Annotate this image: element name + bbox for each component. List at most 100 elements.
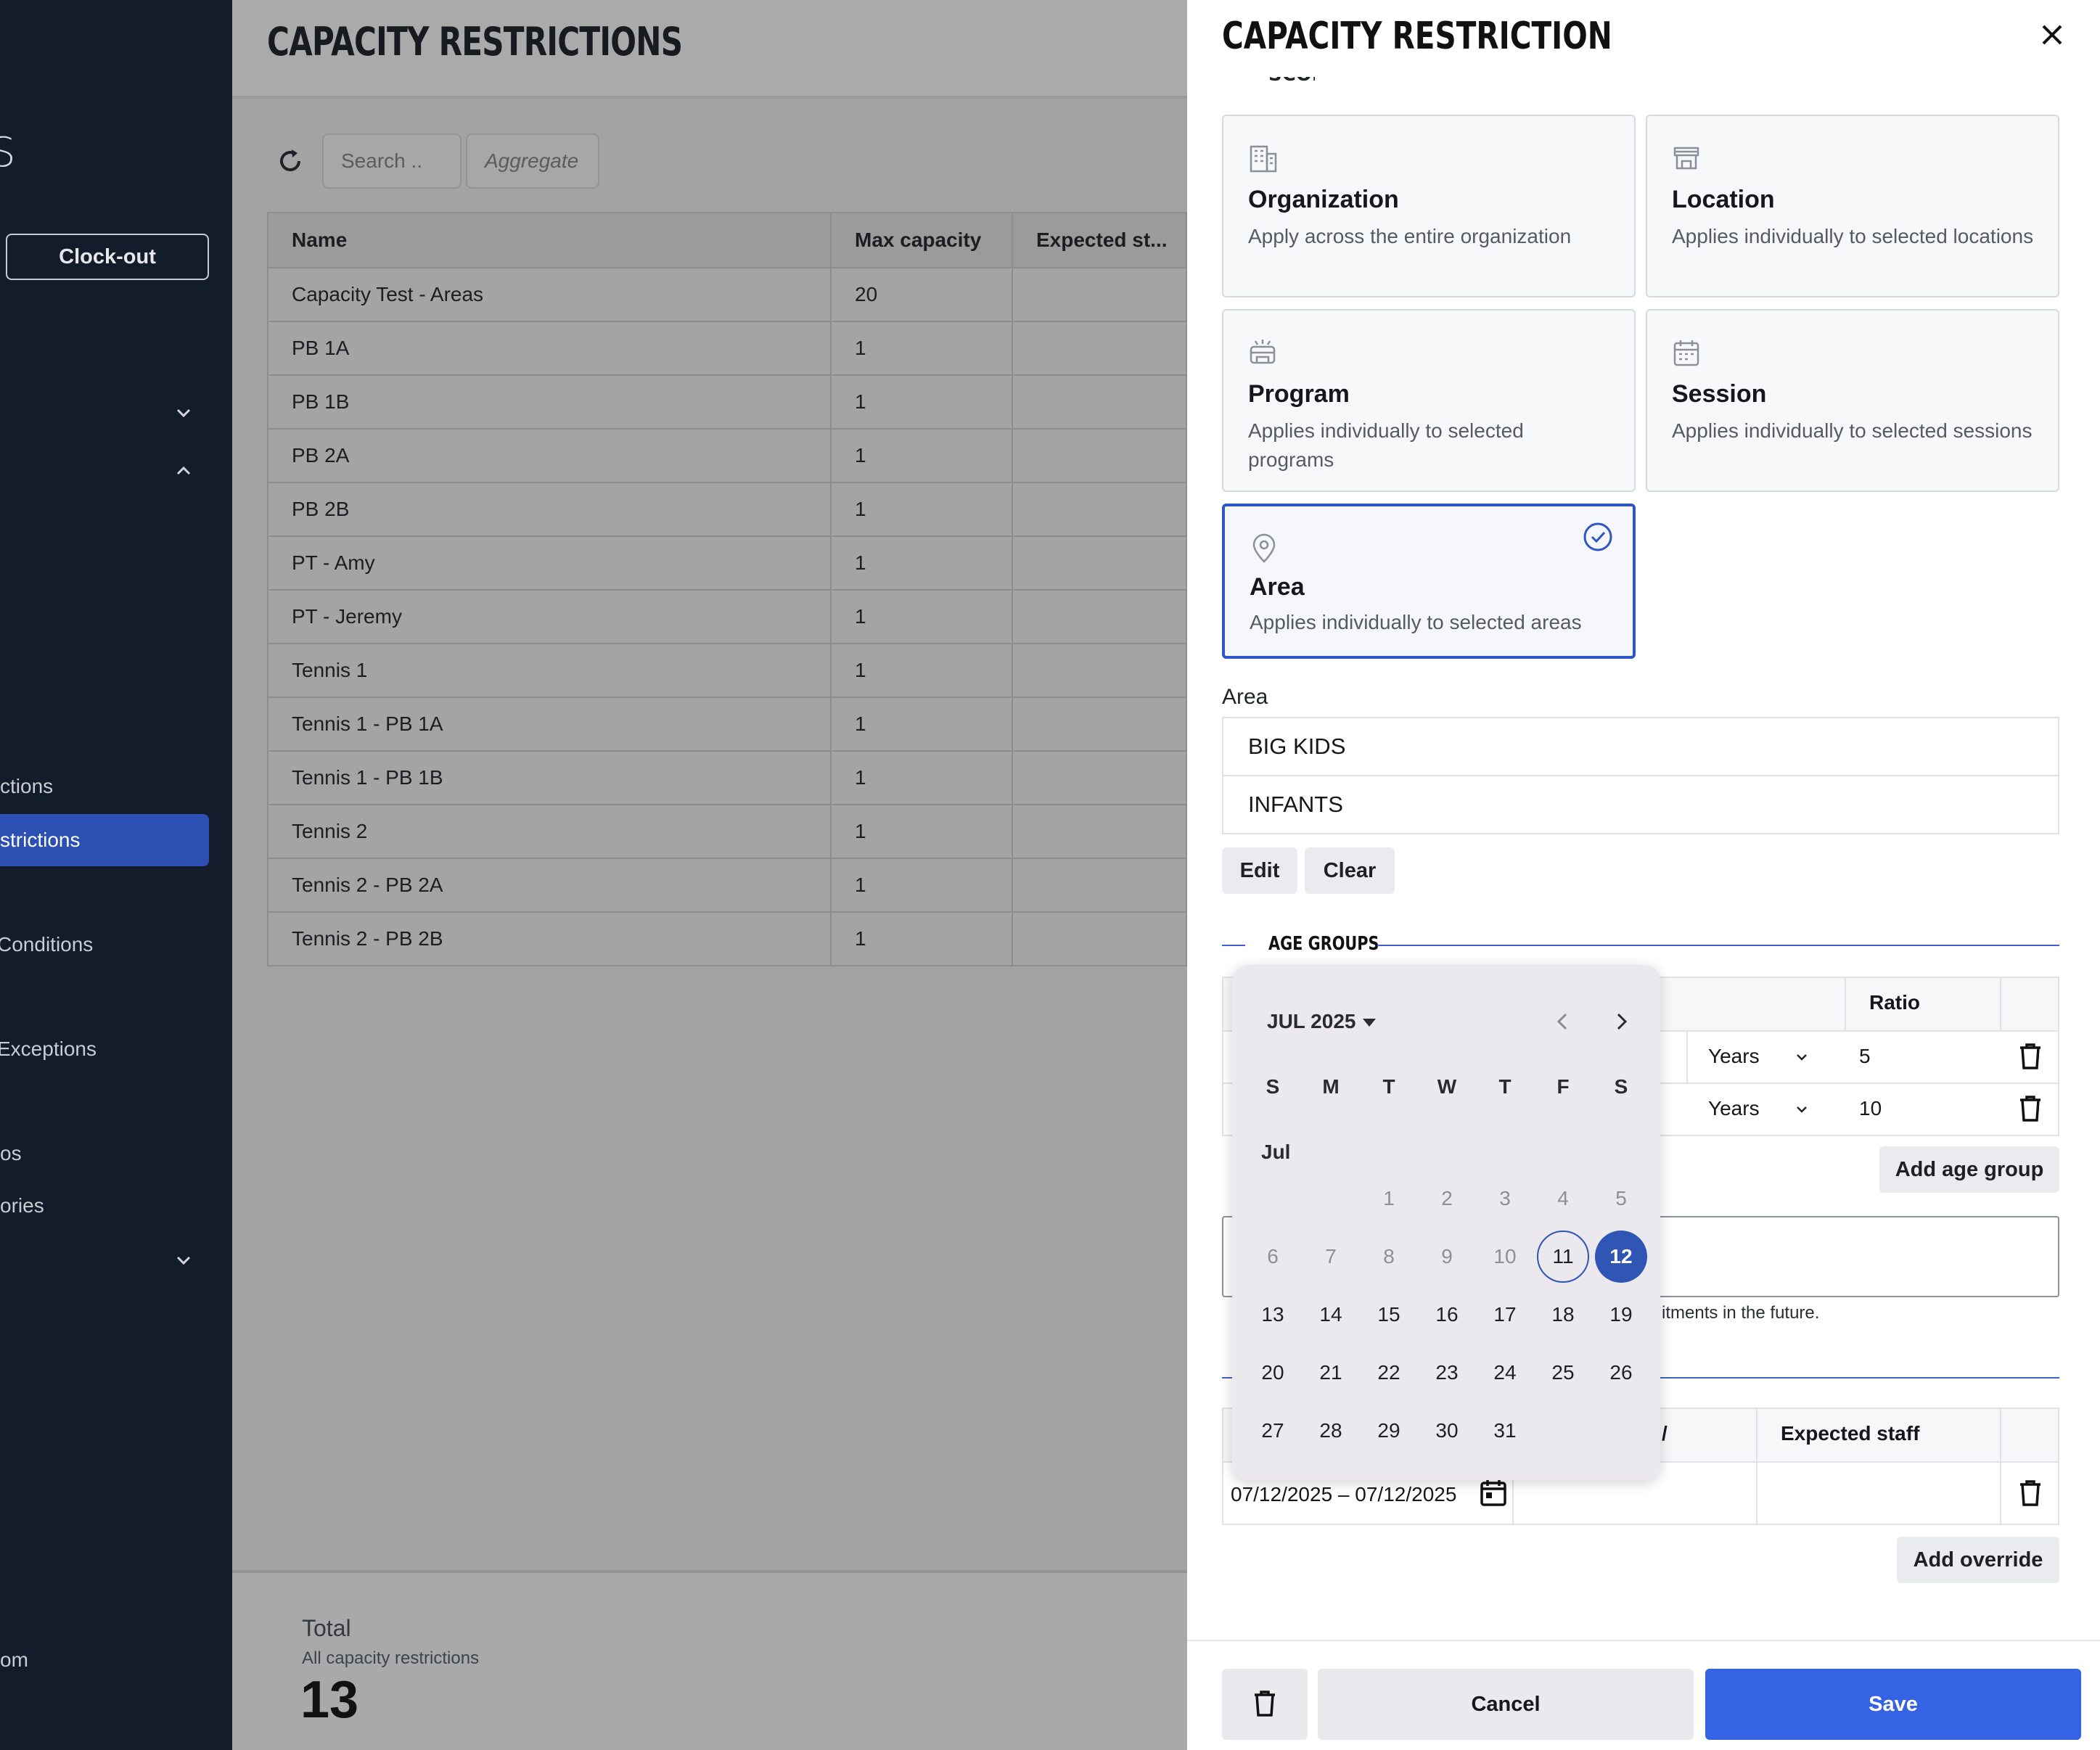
chevron-down-icon[interactable] [1794, 1101, 1810, 1117]
delete-button[interactable] [1222, 1669, 1308, 1740]
page-header: CAPACITY RESTRICTIONS [232, 0, 1187, 99]
table-row[interactable]: PB 2A 1 [267, 428, 1187, 483]
sidebar-item-om[interactable]: om [0, 1648, 28, 1672]
column-header-expected-staff[interactable]: Expected st... [1012, 212, 1187, 268]
ratio-input[interactable]: 5 [1859, 1045, 1871, 1068]
calendar-day[interactable]: 16 [1421, 1289, 1473, 1341]
cell-max-capacity: 1 [830, 911, 1013, 966]
calendar-day[interactable]: 31 [1479, 1405, 1531, 1457]
add-override-button[interactable]: Add override [1897, 1537, 2059, 1583]
override-date-range[interactable]: 07/12/2025 – 07/12/2025 [1231, 1483, 1456, 1506]
check-circle-icon [1583, 522, 1612, 551]
search-input[interactable]: Search .. [322, 133, 462, 189]
calendar-day[interactable]: 26 [1595, 1347, 1647, 1399]
calendar-day[interactable]: 15 [1363, 1289, 1415, 1341]
save-button[interactable]: Save [1705, 1669, 2081, 1740]
chevron-right-icon[interactable] [1608, 1008, 1634, 1035]
capacity-restriction-drawer: CAPACITY RESTRICTION SCOPE Organization … [1187, 0, 2100, 1750]
table-row[interactable]: Tennis 11 [267, 643, 1187, 698]
calendar-day: 6 [1267, 1245, 1279, 1268]
calendar-day: 8 [1383, 1245, 1395, 1268]
scope-card-location[interactable]: Location Applies individually to selecte… [1646, 115, 2059, 297]
weekday-label: S [1266, 1075, 1280, 1098]
scope-card-program[interactable]: Program Applies individually to selected… [1222, 309, 1636, 492]
edit-area-button[interactable]: Edit [1222, 847, 1297, 894]
sidebar-item-capacity-restrictions[interactable]: strictions [0, 814, 209, 866]
calendar-icon [1673, 340, 1699, 366]
cell-expected-staff [1012, 482, 1187, 537]
calendar-day[interactable]: 17 [1479, 1289, 1531, 1341]
calendar-day[interactable]: 21 [1305, 1347, 1357, 1399]
calendar-day[interactable]: 23 [1421, 1347, 1473, 1399]
scope-card-area[interactable]: Area Applies individually to selected ar… [1222, 504, 1636, 659]
trash-icon[interactable] [2017, 1042, 2043, 1071]
sidebar-item-conditions[interactable]: Conditions [0, 933, 93, 956]
sidebar-item-os[interactable]: os [0, 1142, 22, 1165]
calendar-day[interactable]: 18 [1537, 1289, 1589, 1341]
calendar-day[interactable]: 30 [1421, 1405, 1473, 1457]
table-row[interactable]: PT - Amy 1 [267, 535, 1187, 591]
trash-icon[interactable] [2017, 1479, 2043, 1508]
calendar-day[interactable]: 27 [1247, 1405, 1299, 1457]
scope-card-organization[interactable]: Organization Apply across the entire org… [1222, 115, 1636, 297]
table-row[interactable]: PB 2B 1 [267, 482, 1187, 537]
chevron-down-icon[interactable] [173, 402, 194, 424]
calendar-day[interactable]: 19 [1595, 1289, 1647, 1341]
clock-out-button[interactable]: Clock-out [6, 234, 209, 280]
add-age-group-button[interactable]: Add age group [1879, 1146, 2059, 1193]
calendar-day[interactable]: 25 [1537, 1347, 1589, 1399]
age-unit-select[interactable]: Years [1708, 1097, 1760, 1120]
table-row[interactable]: PB 1B 1 [267, 374, 1187, 430]
cell-max-capacity: 1 [830, 321, 1013, 376]
cell-name: PB 2A [267, 428, 832, 483]
table-row[interactable]: PT - Jeremy 1 [267, 589, 1187, 644]
month-year-selector[interactable]: JUL 2025 [1267, 1010, 1355, 1033]
chevron-down-icon[interactable] [1794, 1049, 1810, 1065]
chevron-down-icon[interactable] [173, 1249, 194, 1271]
calendar-day[interactable]: 20 [1247, 1347, 1299, 1399]
cell-name: PT - Amy [267, 535, 832, 591]
calendar-icon[interactable] [1479, 1477, 1508, 1508]
calendar-day[interactable]: 13 [1247, 1289, 1299, 1341]
section-divider [1377, 945, 2059, 946]
table-row[interactable]: Tennis 21 [267, 804, 1187, 859]
table-row[interactable]: PB 1A 1 [267, 321, 1187, 376]
table-row[interactable]: Capacity Test - Areas 20 [267, 267, 1187, 322]
calendar-day[interactable]: 22 [1363, 1347, 1415, 1399]
calendar-day[interactable]: 11 [1537, 1231, 1589, 1283]
column-header-max-capacity[interactable]: Max capacity [830, 212, 1013, 268]
calendar-day[interactable]: 29 [1363, 1405, 1415, 1457]
program-icon [1250, 340, 1276, 364]
clear-area-button[interactable]: Clear [1305, 847, 1395, 894]
sidebar-item-ories[interactable]: ories [0, 1194, 44, 1217]
table-row[interactable]: Tennis 1 - PB 1A 1 [267, 697, 1187, 752]
close-icon[interactable] [2038, 20, 2067, 49]
store-icon [1673, 147, 1699, 170]
column-header-name[interactable]: Name [267, 212, 832, 268]
chevron-left-icon[interactable] [1550, 1008, 1576, 1035]
age-unit-select[interactable]: Years [1708, 1045, 1760, 1068]
caret-down-icon[interactable] [1363, 1019, 1376, 1027]
sidebar-item-capacity-sections[interactable]: ctions [0, 775, 53, 798]
scope-card-session[interactable]: Session Applies individually to selected… [1646, 309, 2059, 492]
table-row[interactable]: Tennis 1 - PB 1B 1 [267, 750, 1187, 805]
cancel-button[interactable]: Cancel [1318, 1669, 1694, 1740]
ratio-input[interactable]: 10 [1859, 1097, 1882, 1120]
trash-icon[interactable] [2017, 1094, 2043, 1123]
cell-name: Tennis 1 [267, 643, 832, 698]
cell-name: PB 2B [267, 482, 832, 537]
cell-max-capacity: 1 [830, 804, 1013, 859]
sidebar-item-exceptions[interactable]: Exceptions [0, 1038, 97, 1061]
table-row[interactable]: Tennis 2 - PB 2B 1 [267, 911, 1187, 966]
sidebar: S Clock-out ctions strictions Conditions… [0, 0, 232, 1750]
calendar-day[interactable]: 28 [1305, 1405, 1357, 1457]
cell-name: PB 1A [267, 321, 832, 376]
calendar-day[interactable]: 12 [1595, 1231, 1647, 1283]
table-row[interactable]: Tennis 2 - PB 2A 1 [267, 858, 1187, 913]
refresh-icon[interactable] [274, 145, 306, 177]
aggregate-input[interactable]: Aggregate [466, 133, 599, 189]
cell-expected-staff [1012, 589, 1187, 644]
calendar-day[interactable]: 14 [1305, 1289, 1357, 1341]
chevron-up-icon[interactable] [173, 460, 194, 482]
calendar-day[interactable]: 24 [1479, 1347, 1531, 1399]
